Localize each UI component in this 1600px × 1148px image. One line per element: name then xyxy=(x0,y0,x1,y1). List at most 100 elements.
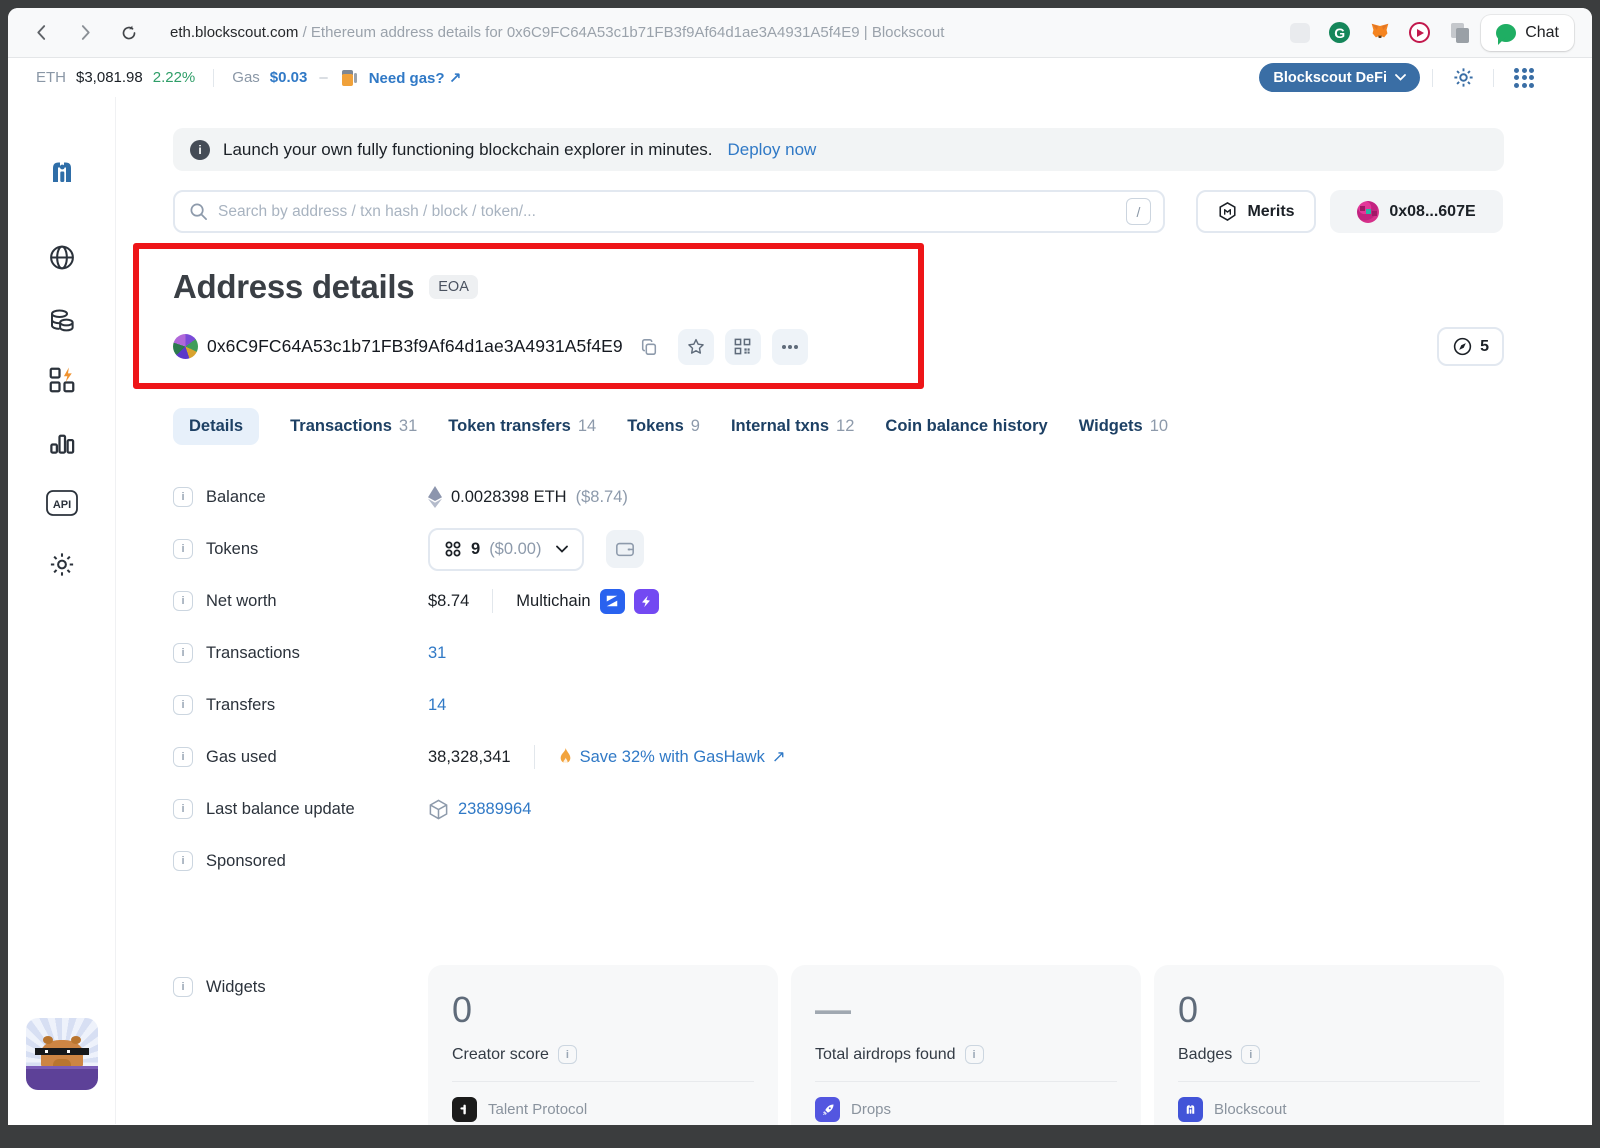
tokens-usd: ($0.00) xyxy=(489,540,541,559)
badges-source: Blockscout xyxy=(1214,1101,1287,1118)
search-input[interactable] xyxy=(218,203,1116,221)
connected-wallet-button[interactable]: 0x08...607E xyxy=(1330,190,1503,233)
info-icon[interactable]: i xyxy=(558,1045,577,1064)
qr-code-button[interactable] xyxy=(725,329,761,365)
sidebar-network-globe-icon[interactable] xyxy=(47,243,76,277)
info-icon[interactable]: i xyxy=(1241,1045,1260,1064)
eoa-badge: EOA xyxy=(429,275,478,299)
sponsored-label: Sponsored xyxy=(206,852,286,871)
address-bar[interactable]: eth.blockscout.com / Ethereum address de… xyxy=(170,24,1278,41)
defi-dropdown-button[interactable]: Blockscout DeFi xyxy=(1259,63,1420,92)
header-actions: Blockscout DeFi xyxy=(1259,63,1542,93)
back-icon[interactable] xyxy=(30,22,52,44)
sidebar-settings-gear-icon[interactable] xyxy=(47,550,76,584)
chat-label: Chat xyxy=(1525,24,1559,42)
favorite-star-button[interactable] xyxy=(678,329,714,365)
chevron-down-icon xyxy=(1395,74,1406,81)
gas-used-label: Gas used xyxy=(206,748,277,767)
transfers-count-link[interactable]: 14 xyxy=(428,696,446,715)
info-icon[interactable]: i xyxy=(173,851,193,871)
wallet-short-address: 0x08...607E xyxy=(1389,203,1475,221)
chat-bubble-icon xyxy=(1496,24,1516,42)
drops-rocket-icon xyxy=(815,1097,840,1122)
sidebar-dapps-icon[interactable] xyxy=(47,365,77,400)
deploy-now-link[interactable]: Deploy now xyxy=(728,140,817,160)
search-row: / Merits 0x08...607E xyxy=(173,190,1504,233)
copy-address-button[interactable] xyxy=(631,329,667,365)
info-icon[interactable]: i xyxy=(965,1045,984,1064)
tokens-dropdown-button[interactable]: 9 ($0.00) xyxy=(428,528,584,571)
net-worth-value: $8.74 xyxy=(428,592,469,611)
search-icon xyxy=(189,202,208,221)
metamask-icon[interactable] xyxy=(1368,21,1391,44)
video-extension-icon[interactable] xyxy=(1408,21,1431,44)
main-content: i Launch your own fully functioning bloc… xyxy=(116,97,1592,1124)
tab-details[interactable]: Details xyxy=(173,408,259,445)
token-wallet-button[interactable] xyxy=(606,530,644,568)
tab-coin-balance-history[interactable]: Coin balance history xyxy=(885,417,1047,436)
deploy-banner: i Launch your own fully functioning bloc… xyxy=(173,128,1504,171)
wallet-icon xyxy=(615,539,635,559)
airdrops-card[interactable]: — Total airdrops foundi Drops xyxy=(791,965,1141,1125)
dapp-interactions-button[interactable]: 5 xyxy=(1437,327,1504,366)
docs-extension-icon[interactable] xyxy=(1448,21,1471,44)
divider xyxy=(1178,1081,1480,1082)
airdrops-value: — xyxy=(815,989,1117,1033)
info-icon[interactable]: i xyxy=(173,695,193,715)
talent-protocol-icon xyxy=(452,1097,477,1122)
sidebar-stats-icon[interactable] xyxy=(47,427,77,462)
pinned-extension-icon[interactable] xyxy=(1288,21,1311,44)
info-icon[interactable]: i xyxy=(173,539,193,559)
chat-button[interactable]: Chat xyxy=(1481,15,1574,51)
browser-window: eth.blockscout.com / Ethereum address de… xyxy=(8,8,1592,1125)
capybara-mascot[interactable] xyxy=(26,1018,98,1090)
tab-token-transfers[interactable]: Token transfers14 xyxy=(448,417,596,436)
creator-score-value: 0 xyxy=(452,989,754,1033)
extension-icons: G xyxy=(1288,21,1471,44)
last-balance-update-block-link[interactable]: 23889964 xyxy=(458,800,531,819)
info-icon[interactable]: i xyxy=(173,643,193,663)
merits-label: Merits xyxy=(1247,203,1294,221)
gas-price-link[interactable]: $0.03 xyxy=(270,69,308,86)
divider xyxy=(534,745,535,769)
airdrops-label: Total airdrops found xyxy=(815,1046,956,1064)
search-box[interactable]: / xyxy=(173,190,1165,233)
divider xyxy=(1432,69,1433,87)
info-icon[interactable]: i xyxy=(173,977,193,997)
apps-grid-icon[interactable] xyxy=(1506,63,1542,93)
capybara xyxy=(41,1040,83,1068)
transactions-label: Transactions xyxy=(206,644,300,663)
tab-tokens[interactable]: Tokens9 xyxy=(627,417,700,436)
last-balance-update-row: iLast balance update 23889964 xyxy=(173,783,1504,835)
gashawk-link[interactable]: Save 32% with GasHawk↗ xyxy=(558,747,786,767)
tab-internal-txns[interactable]: Internal txns12 xyxy=(731,417,854,436)
sidebar-api-icon[interactable]: API xyxy=(45,488,79,523)
search-shortcut-hint: / xyxy=(1126,198,1151,225)
more-options-button[interactable] xyxy=(772,329,808,365)
blockscout-badge-icon xyxy=(1178,1097,1203,1122)
merits-button[interactable]: Merits xyxy=(1196,190,1316,233)
grammarly-icon[interactable]: G xyxy=(1328,21,1351,44)
net-worth-row: iNet worth $8.74 Multichain xyxy=(173,575,1504,627)
refresh-icon[interactable] xyxy=(118,22,140,44)
page-title: Address details xyxy=(173,268,414,306)
need-gas-link[interactable]: Need gas? ↗ xyxy=(369,69,462,87)
tokens-count: 9 xyxy=(471,540,480,559)
tab-transactions[interactable]: Transactions31 xyxy=(290,417,417,436)
settings-gear-icon[interactable] xyxy=(1445,63,1481,93)
transactions-count-link[interactable]: 31 xyxy=(428,644,446,663)
tokens-row: iTokens 9 ($0.00) xyxy=(173,523,1504,575)
forward-icon[interactable] xyxy=(74,22,96,44)
tab-widgets[interactable]: Widgets10 xyxy=(1079,417,1168,436)
info-icon[interactable]: i xyxy=(173,799,193,819)
creator-score-card[interactable]: 0 Creator scorei Talent Protocol xyxy=(428,965,778,1125)
info-icon[interactable]: i xyxy=(173,591,193,611)
blockscout-logo-icon[interactable] xyxy=(46,155,78,194)
info-icon[interactable]: i xyxy=(173,487,193,507)
widget-cards: 0 Creator scorei Talent Protocol — Total… xyxy=(428,965,1504,1125)
sidebar-tokens-icon[interactable] xyxy=(47,305,77,340)
info-icon[interactable]: i xyxy=(173,747,193,767)
zerion-icon[interactable] xyxy=(600,589,625,614)
zapper-icon[interactable] xyxy=(634,589,659,614)
badges-card[interactable]: 0 Badgesi Blockscout xyxy=(1154,965,1504,1125)
